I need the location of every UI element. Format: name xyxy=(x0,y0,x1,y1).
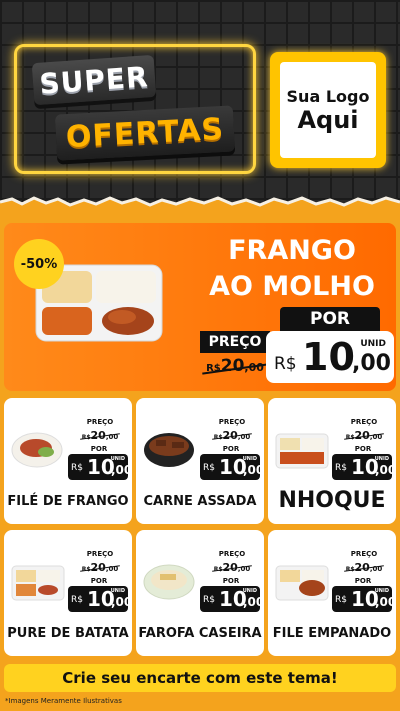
featured-por-label: POR xyxy=(280,307,380,331)
product-currency: R$ xyxy=(335,463,347,473)
product-name: NHOQUE xyxy=(278,488,386,513)
product-price-cents: ,00 xyxy=(375,463,396,477)
featured-new-cents: ,00 xyxy=(352,351,391,376)
title-ofertas: OFERTAS xyxy=(65,111,225,155)
logo-text-line2: Aqui xyxy=(297,105,359,134)
product-old-price: R$20,00 xyxy=(342,561,386,575)
featured-offer[interactable]: -50% FRANGO AO MOLHO POR PREÇO R$20,00 U… xyxy=(4,223,396,391)
product-old-price: R$20,00 xyxy=(78,429,122,443)
brick-wall-header: SUPER OFERTAS Sua Logo Aqui xyxy=(0,0,400,205)
product-name: CARNE ASSADA xyxy=(143,494,257,509)
product-name: FAROFA CASEIRA xyxy=(138,626,262,641)
product-card[interactable]: PREÇOR$20,00PORR$10,00UNIDNHOQUE xyxy=(268,398,396,524)
product-unit-label: UNID xyxy=(374,456,389,462)
featured-new-currency: R$ xyxy=(274,354,297,374)
product-preco-label: PREÇO xyxy=(214,550,250,560)
featured-preco-label: PREÇO xyxy=(200,331,270,353)
featured-old-int: 20 xyxy=(220,356,245,376)
product-price: R$ 10,00 UNID xyxy=(332,454,396,480)
product-dish-image xyxy=(275,433,329,469)
product-price: R$ 10,00 UNID xyxy=(200,454,264,480)
product-name: FILÉ DE FRANGO xyxy=(7,494,129,509)
product-price-cents: ,00 xyxy=(243,463,264,477)
product-card[interactable]: PREÇOR$20,00PORR$10,00UNIDFAROFA CASEIRA xyxy=(136,530,264,656)
product-dish-image xyxy=(11,432,63,468)
product-currency: R$ xyxy=(203,463,215,473)
featured-name-line1: FRANGO xyxy=(228,235,356,266)
product-unit-label: UNID xyxy=(374,588,389,594)
product-currency: R$ xyxy=(71,595,83,605)
product-old-price: R$20,00 xyxy=(210,561,254,575)
product-unit-label: UNID xyxy=(242,588,257,594)
featured-new-int: 10 xyxy=(302,335,355,379)
product-old-price: R$20,00 xyxy=(342,429,386,443)
product-name: FILE EMPANADO xyxy=(272,626,392,641)
product-currency: R$ xyxy=(335,595,347,605)
product-price: R$ 10,00 UNID xyxy=(68,454,132,480)
product-price-cents: ,00 xyxy=(375,595,396,609)
product-preco-label: PREÇO xyxy=(346,550,382,560)
product-dish-image xyxy=(143,564,195,600)
product-currency: R$ xyxy=(71,463,83,473)
product-old-price: R$20,00 xyxy=(210,429,254,443)
featured-name: FRANGO AO MOLHO xyxy=(194,233,390,305)
product-old-price: R$20,00 xyxy=(78,561,122,575)
product-dish-image xyxy=(275,565,329,601)
disclaimer: *Imagens Meramente Ilustrativas xyxy=(5,697,122,705)
title-ofertas-badge: OFERTAS xyxy=(54,105,236,161)
product-card[interactable]: PREÇOR$20,00PORR$10,00UNIDPURE DE BATATA xyxy=(4,530,132,656)
product-unit-label: UNID xyxy=(242,456,257,462)
product-preco-label: PREÇO xyxy=(82,418,118,428)
title-super-badge: SUPER xyxy=(31,54,157,106)
product-price-cents: ,00 xyxy=(111,595,132,609)
product-price-cents: ,00 xyxy=(243,595,264,609)
product-unit-label: UNID xyxy=(110,456,125,462)
featured-old-price: R$20,00 xyxy=(200,356,270,380)
product-unit-label: UNID xyxy=(110,588,125,594)
product-preco-label: PREÇO xyxy=(346,418,382,428)
product-price: R$ 10,00 UNID xyxy=(200,586,264,612)
product-name: PURE DE BATATA xyxy=(7,626,129,641)
title-super: SUPER xyxy=(38,59,150,101)
discount-badge: -50% xyxy=(14,239,64,289)
logo-box: Sua Logo Aqui xyxy=(280,62,376,158)
cta-banner[interactable]: Crie seu encarte com este tema! xyxy=(4,664,396,692)
product-dish-image xyxy=(144,433,194,467)
product-dish-image xyxy=(11,565,65,601)
featured-name-line2: AO MOLHO xyxy=(209,271,375,302)
logo-placeholder[interactable]: Sua Logo Aqui xyxy=(270,52,386,168)
featured-new-price: UNID R$ 10 ,00 xyxy=(266,331,394,383)
product-card[interactable]: PREÇOR$20,00PORR$10,00UNIDFILÉ DE FRANGO xyxy=(4,398,132,524)
product-preco-label: PREÇO xyxy=(82,550,118,560)
product-price: R$ 10,00 UNID xyxy=(332,586,396,612)
product-card[interactable]: PREÇOR$20,00PORR$10,00UNIDCARNE ASSADA xyxy=(136,398,264,524)
product-card[interactable]: PREÇOR$20,00PORR$10,00UNIDFILE EMPANADO xyxy=(268,530,396,656)
product-currency: R$ xyxy=(203,595,215,605)
product-price-cents: ,00 xyxy=(111,463,132,477)
product-price: R$ 10,00 UNID xyxy=(68,586,132,612)
torn-paper-edge xyxy=(0,196,400,214)
logo-text-line1: Sua Logo xyxy=(286,86,370,106)
featured-unit-label: UNID xyxy=(360,339,386,349)
product-preco-label: PREÇO xyxy=(214,418,250,428)
